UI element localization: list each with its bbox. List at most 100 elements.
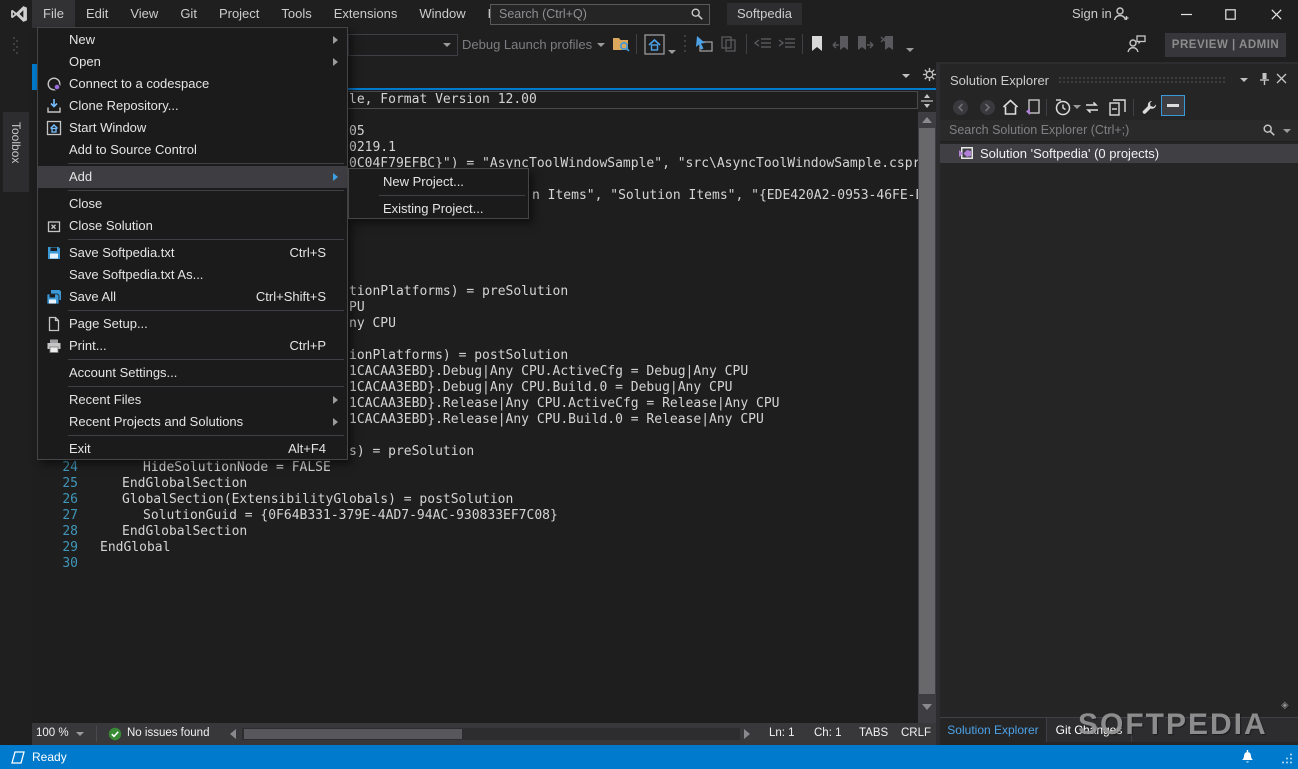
code-line-fragment: 1CACAA3EBD}.Debug|Any CPU.ActiveCfg = De…: [349, 364, 748, 380]
indent-mode-indicator[interactable]: TABS: [859, 727, 888, 739]
editor-gear-icon[interactable]: [922, 67, 937, 82]
toolbar-grip-handle[interactable]: [12, 36, 18, 56]
menu-icon-placeholder: [46, 392, 62, 408]
editor-horizontal-scrollbar[interactable]: [242, 728, 740, 740]
column-indicator[interactable]: Ch: 1: [814, 727, 842, 739]
editor-vertical-scrollbar[interactable]: [918, 90, 936, 723]
menu-item-page-setup[interactable]: Page Setup...: [38, 313, 347, 335]
menubar-project[interactable]: Project: [208, 0, 270, 28]
debug-launch-profiles-label[interactable]: Debug Launch profiles: [462, 37, 592, 52]
resize-grip[interactable]: [1282, 753, 1293, 764]
save-all-icon: [46, 289, 62, 305]
solution-explorer-panel: Solution Explorer: [940, 64, 1298, 745]
menu-item-clone-repository[interactable]: Clone Repository...: [38, 95, 347, 117]
startup-project-combo[interactable]: [348, 34, 458, 56]
horizontal-scroll-thumb[interactable]: [244, 729, 462, 739]
code-line-fragment: 1CACAA3EBD}.Release|Any CPU.ActiveCfg = …: [349, 396, 779, 412]
close-panel-icon[interactable]: [1276, 73, 1287, 84]
menu-item-existing-project[interactable]: Existing Project...: [349, 198, 528, 220]
tab-solution-explorer[interactable]: Solution Explorer: [940, 718, 1047, 742]
preview-admin-button[interactable]: PREVIEW | ADMIN: [1165, 33, 1286, 57]
se-search-icon[interactable]: [1262, 123, 1276, 137]
menubar-extensions[interactable]: Extensions: [323, 0, 409, 28]
menu-item-save-softpedia-txt[interactable]: Save Softpedia.txtCtrl+S: [38, 242, 347, 264]
toggle-bookmark-icon[interactable]: [810, 35, 824, 53]
line-indicator[interactable]: Ln: 1: [769, 727, 795, 739]
preview-selected-items-toggle[interactable]: [1161, 95, 1185, 116]
menu-item-label: New Project...: [383, 171, 464, 193]
toolbox-tab[interactable]: Toolbox: [3, 112, 29, 192]
account-add-person-icon[interactable]: [1112, 6, 1130, 23]
menu-item-recent-projects-and-solutions[interactable]: Recent Projects and Solutions: [38, 411, 347, 433]
menubar-edit[interactable]: Edit: [75, 0, 119, 28]
code-line-fragment: EndGlobalSection: [122, 476, 247, 492]
solution-name-button[interactable]: Softpedia: [727, 3, 802, 25]
menu-item-open[interactable]: Open: [38, 51, 347, 73]
sync-with-active-document-icon[interactable]: [1023, 97, 1043, 117]
sign-in-button[interactable]: Sign in: [1072, 0, 1112, 28]
properties-wrench-icon[interactable]: [1139, 97, 1159, 117]
scroll-left-arrow[interactable]: [230, 729, 236, 739]
solution-explorer-search-input[interactable]: Search Solution Explorer (Ctrl+;): [940, 120, 1298, 142]
tab-git-changes[interactable]: Git Changes: [1047, 718, 1132, 742]
scroll-up-arrow[interactable]: [922, 117, 932, 123]
line-number: 26: [56, 492, 78, 508]
menubar-file[interactable]: File: [32, 0, 75, 28]
menu-item-recent-files[interactable]: Recent Files: [38, 389, 347, 411]
document-list-dropdown-icon[interactable]: [902, 74, 910, 78]
editor-zoom-control[interactable]: 100 %: [36, 727, 69, 739]
collapse-all-icon[interactable]: [1107, 97, 1127, 117]
menubar-git[interactable]: Git: [169, 0, 208, 28]
menubar-view[interactable]: View: [119, 0, 169, 28]
close-solution-icon: [46, 218, 62, 234]
menu-icon-placeholder: [46, 54, 62, 70]
menu-item-account-settings[interactable]: Account Settings...: [38, 362, 347, 384]
menubar-window[interactable]: Window: [408, 0, 476, 28]
navigate-backward-icon[interactable]: [694, 35, 714, 53]
menu-item-exit[interactable]: ExitAlt+F4: [38, 438, 347, 460]
menu-item-shortcut: Ctrl+Shift+S: [256, 286, 326, 308]
menu-item-new[interactable]: New: [38, 29, 347, 51]
code-line-fragment: SolutionGuid = {0F64B331-379E-4AD7-94AC-…: [143, 508, 558, 524]
code-line-fragment: EndGlobalSection: [122, 524, 247, 540]
start-window-toolbar-icon[interactable]: [644, 34, 665, 55]
scroll-down-arrow[interactable]: [922, 704, 932, 710]
menu-item-add[interactable]: Add: [38, 166, 347, 188]
split-editor-handle[interactable]: [918, 90, 936, 113]
solution-root-node[interactable]: Solution 'Softpedia' (0 projects): [940, 144, 1298, 163]
menu-item-label: Save Softpedia.txt: [69, 242, 175, 264]
menu-item-start-window[interactable]: Start Window: [38, 117, 347, 139]
background-tasks-icon[interactable]: [8, 751, 25, 764]
vertical-scroll-thumb[interactable]: [919, 128, 935, 694]
menu-item-label: Exit: [69, 438, 91, 460]
menu-item-close[interactable]: Close: [38, 193, 347, 215]
folder-search-icon[interactable]: [612, 35, 631, 53]
panel-drag-texture[interactable]: [1058, 76, 1226, 83]
pending-changes-filter-icon[interactable]: [1052, 97, 1072, 117]
submenu-arrow-icon: [333, 396, 338, 404]
submenu-arrow-icon: [333, 36, 338, 44]
minimize-button[interactable]: [1164, 0, 1208, 28]
issues-status-label[interactable]: No issues found: [127, 727, 209, 739]
line-number: 27: [56, 508, 78, 524]
notifications-bell-icon[interactable]: [1240, 749, 1255, 765]
refresh-icon[interactable]: [1082, 97, 1102, 117]
menu-item-save-softpedia-txt-as[interactable]: Save Softpedia.txt As...: [38, 264, 347, 286]
global-search-input[interactable]: Search (Ctrl+Q): [490, 4, 710, 25]
line-ending-indicator[interactable]: CRLF: [901, 727, 931, 739]
menu-item-label: Print...: [69, 335, 107, 357]
menu-item-new-project[interactable]: New Project...: [349, 171, 528, 193]
menu-item-save-all[interactable]: Save AllCtrl+Shift+S: [38, 286, 347, 308]
menu-item-add-to-source-control[interactable]: Add to Source Control: [38, 139, 347, 161]
panel-options-dropdown-icon[interactable]: [1240, 78, 1248, 82]
menu-item-print[interactable]: Print...Ctrl+P: [38, 335, 347, 357]
close-window-button[interactable]: [1254, 0, 1298, 28]
home-icon[interactable]: [1000, 97, 1020, 117]
menu-item-close-solution[interactable]: Close Solution: [38, 215, 347, 237]
menu-item-connect-to-a-codespace[interactable]: Connect to a codespace: [38, 73, 347, 95]
send-feedback-icon[interactable]: [1126, 34, 1147, 54]
pin-icon[interactable]: [1258, 72, 1271, 86]
menubar-tools[interactable]: Tools: [270, 0, 322, 28]
scroll-right-arrow[interactable]: [744, 729, 750, 739]
maximize-button[interactable]: [1208, 0, 1252, 28]
